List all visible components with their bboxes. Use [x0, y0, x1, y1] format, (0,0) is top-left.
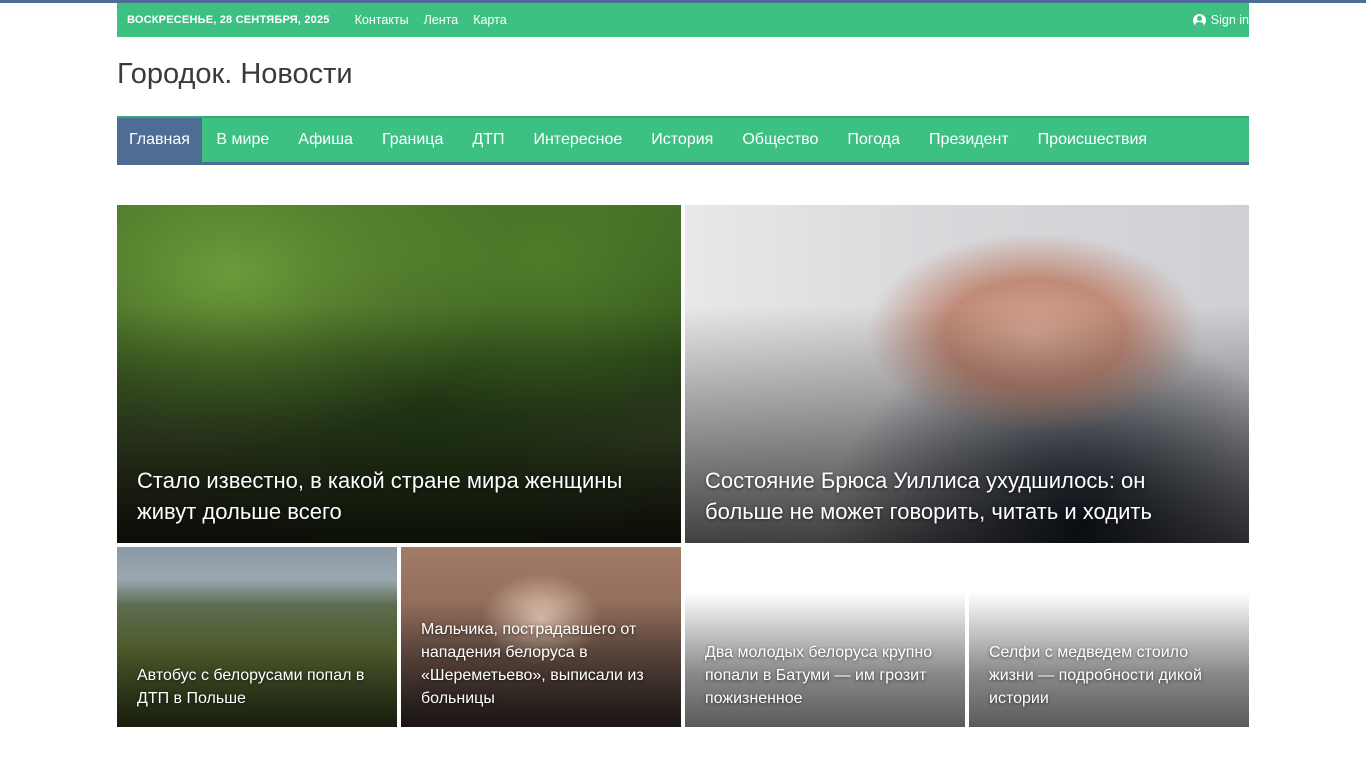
site-title[interactable]: Городок. Новости — [117, 58, 353, 91]
news-title[interactable]: Селфи с медведем стоило жизни — подробно… — [989, 641, 1229, 710]
news-card-small[interactable]: Автобус с белорусами попал в ДТП в Польш… — [117, 547, 397, 727]
nav-item-interesting[interactable]: Интересное — [519, 118, 637, 162]
nav-item-home[interactable]: Главная — [117, 118, 202, 162]
sign-in-label: Sign in — [1210, 13, 1249, 27]
main-nav: Главная В мире Афиша Граница ДТП Интерес… — [117, 116, 1249, 165]
news-title[interactable]: Состояние Брюса Уиллиса ухудшилось: он б… — [705, 465, 1229, 527]
top-link-feed[interactable]: Лента — [424, 13, 459, 27]
top-link-contacts[interactable]: Контакты — [355, 13, 409, 27]
news-card-small[interactable]: Два молодых белоруса крупно попали в Бат… — [685, 547, 965, 727]
top-link-map[interactable]: Карта — [473, 13, 506, 27]
news-card-large[interactable]: Стало известно, в какой стране мира женщ… — [117, 205, 681, 543]
news-title[interactable]: Мальчика, пострадавшего от нападения бел… — [421, 618, 661, 710]
news-title[interactable]: Стало известно, в какой стране мира женщ… — [137, 465, 661, 527]
nav-item-society[interactable]: Общество — [728, 118, 833, 162]
news-card-large[interactable]: Состояние Брюса Уиллиса ухудшилось: он б… — [685, 205, 1249, 543]
nav-item-incidents[interactable]: Происшествия — [1023, 118, 1161, 162]
news-card-small[interactable]: Селфи с медведем стоило жизни — подробно… — [969, 547, 1249, 727]
top-links: Контакты Лента Карта — [355, 13, 522, 27]
nav-item-accidents[interactable]: ДТП — [458, 118, 519, 162]
current-date: Воскресенье, 28 сентября, 2025 — [127, 14, 330, 26]
nav-item-border[interactable]: Граница — [367, 118, 457, 162]
sign-in-link[interactable]: Sign in — [1192, 3, 1249, 37]
nav-item-afisha[interactable]: Афиша — [284, 118, 368, 162]
news-card-small[interactable]: Мальчика, пострадавшего от нападения бел… — [401, 547, 681, 727]
nav-item-world[interactable]: В мире — [202, 118, 284, 162]
nav-item-president[interactable]: Президент — [915, 118, 1024, 162]
nav-item-weather[interactable]: Погода — [833, 118, 915, 162]
nav-item-history[interactable]: История — [637, 118, 728, 162]
user-circle-icon — [1192, 13, 1206, 27]
news-title[interactable]: Автобус с белорусами попал в ДТП в Польш… — [137, 664, 377, 710]
top-bar: Воскресенье, 28 сентября, 2025 Контакты … — [117, 3, 1249, 37]
news-title[interactable]: Два молодых белоруса крупно попали в Бат… — [705, 641, 945, 710]
